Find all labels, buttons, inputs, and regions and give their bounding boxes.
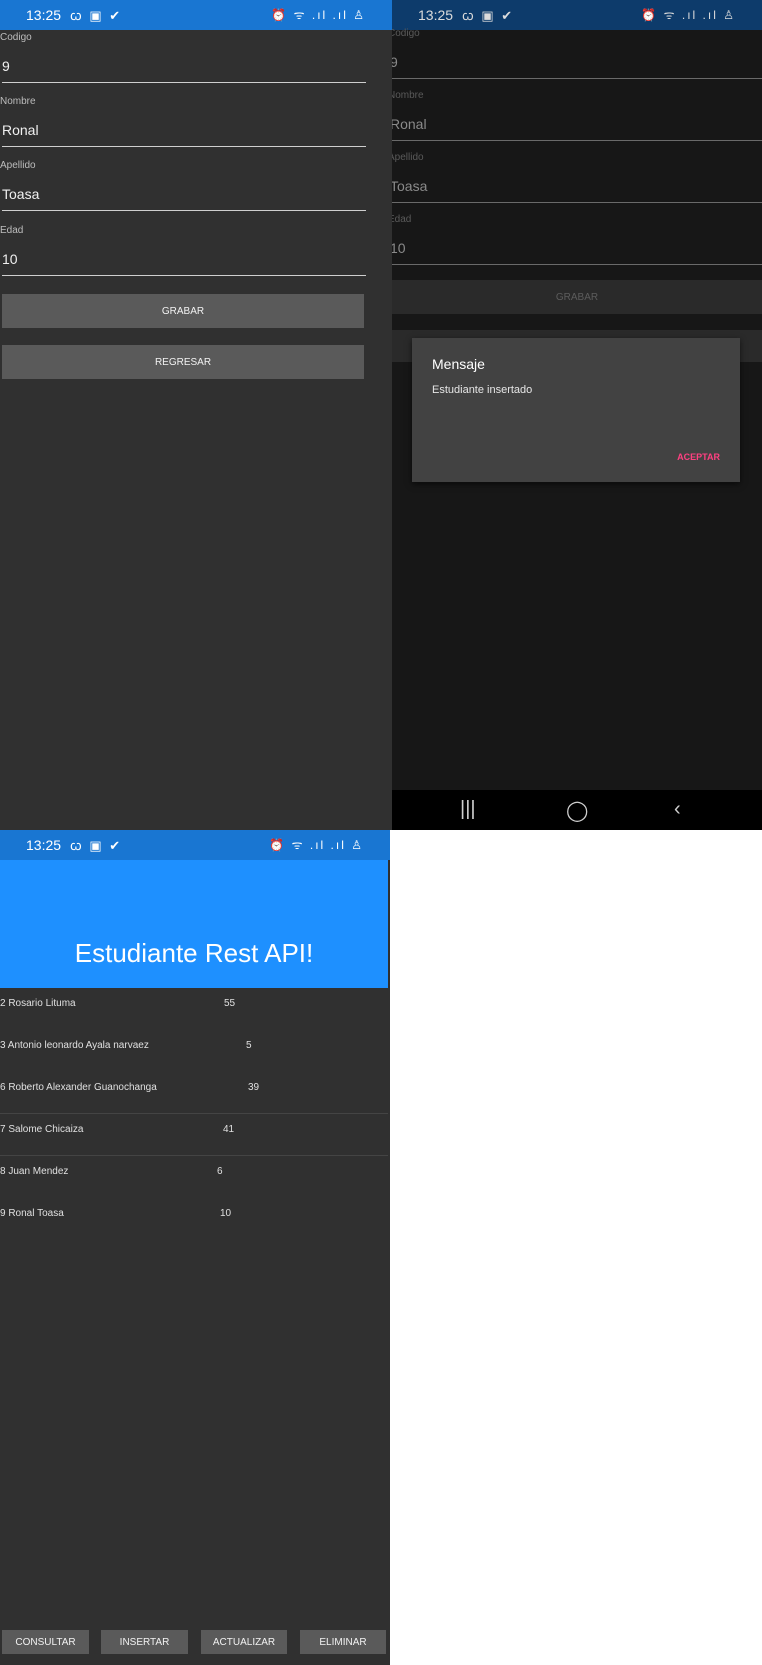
edad-label: Edad	[392, 214, 412, 225]
list-item[interactable]: 3 Antonio leonardo Ayala narvaez 5	[0, 1030, 388, 1072]
nombre-underline	[2, 146, 366, 147]
grabar-button: GRABAR	[392, 280, 762, 314]
codigo-underline	[392, 78, 762, 79]
student-name: 3 Antonio leonardo Ayala narvaez	[0, 1040, 149, 1051]
list-item[interactable]: 8 Juan Mendez 6	[0, 1156, 388, 1198]
list-item[interactable]: 9 Ronal Toasa 10	[0, 1198, 388, 1240]
regresar-button[interactable]: REGRESAR	[2, 345, 364, 379]
apellido-label: Apellido	[392, 152, 424, 163]
student-name: 2 Rosario Lituma	[0, 998, 76, 1009]
student-name: 7 Salome Chicaiza	[0, 1124, 84, 1135]
apellido-label: Apellido	[0, 160, 36, 171]
navigation-bar: ||| ◯ ‹	[392, 790, 762, 830]
eliminar-button[interactable]: ELIMINAR	[300, 1630, 386, 1654]
nombre-label: Nombre	[392, 90, 424, 101]
edad-label: Edad	[0, 225, 24, 236]
status-bar: 13:25 ꞷ ▣ ✔ ⏰ ᯤ .ıl .ıl ♙	[0, 830, 390, 860]
action-bar: CONSULTAR INSERTAR ACTUALIZAR ELIMINAR	[0, 1630, 388, 1654]
nombre-underline	[392, 140, 762, 141]
edad-value[interactable]: 10	[2, 251, 18, 267]
dialog-title: Mensaje	[432, 356, 485, 372]
list-screen: 13:25 ꞷ ▣ ✔ ⏰ ᯤ .ıl .ıl ♙ Estudiante Res…	[0, 830, 390, 1665]
status-bar: 13:25 ꞷ ▣ ✔ ⏰ ᯤ .ıl .ıl ♙	[392, 0, 762, 30]
form-dialog-screen: 13:25 ꞷ ▣ ✔ ⏰ ᯤ .ıl .ıl ♙ Codigo 9 Nombr…	[392, 0, 762, 830]
edad-underline	[2, 275, 366, 276]
apellido-value: Toasa	[392, 178, 428, 194]
system-icons: ⏰ ᯤ .ıl .ıl ♙	[641, 8, 736, 22]
codigo-label: Codigo	[0, 32, 32, 43]
list-item[interactable]: 7 Salome Chicaiza 41	[0, 1114, 388, 1156]
notification-icons: ꞷ ▣ ✔	[70, 8, 123, 23]
system-icons: ⏰ ᯤ .ıl .ıl ♙	[271, 8, 366, 22]
codigo-label: Codigo	[392, 28, 420, 39]
home-icon[interactable]: ◯	[566, 798, 588, 823]
message-dialog: Mensaje Estudiante insertado ACEPTAR	[412, 338, 740, 482]
nombre-value[interactable]: Ronal	[2, 122, 39, 138]
app-header: Estudiante Rest API!	[0, 860, 388, 988]
list-item[interactable]: 6 Roberto Alexander Guanochanga 39	[0, 1072, 388, 1114]
student-age: 55	[224, 998, 236, 1009]
codigo-underline	[2, 82, 366, 83]
status-time: 13:25	[418, 7, 454, 23]
nombre-label: Nombre	[0, 96, 36, 107]
form-screen: 13:25 ꞷ ▣ ✔ ⏰ ᯤ .ıl .ıl ♙ Codigo 9 Nombr…	[0, 0, 392, 830]
dialog-message: Estudiante insertado	[432, 384, 533, 396]
consultar-button[interactable]: CONSULTAR	[2, 1630, 89, 1654]
list-item[interactable]: 2 Rosario Lituma 55	[0, 988, 388, 1030]
grabar-button[interactable]: GRABAR	[2, 294, 364, 328]
notification-icons: ꞷ ▣ ✔	[70, 838, 123, 853]
student-age: 5	[246, 1040, 252, 1051]
status-time: 13:25	[26, 7, 62, 23]
status-time: 13:25	[26, 837, 62, 853]
aceptar-button[interactable]: ACEPTAR	[677, 452, 720, 462]
student-name: 8 Juan Mendez	[0, 1166, 69, 1177]
notification-icons: ꞷ ▣ ✔	[462, 8, 515, 23]
student-age: 10	[220, 1208, 232, 1219]
insertar-button[interactable]: INSERTAR	[101, 1630, 188, 1654]
student-age: 6	[217, 1166, 223, 1177]
apellido-underline	[392, 202, 762, 203]
codigo-value[interactable]: 9	[2, 58, 10, 74]
student-name: 9 Ronal Toasa	[0, 1208, 64, 1219]
edad-value: 10	[392, 240, 406, 256]
codigo-value: 9	[392, 54, 398, 70]
recent-apps-icon[interactable]: |||	[460, 798, 476, 821]
apellido-underline	[2, 210, 366, 211]
app-title: Estudiante Rest API!	[74, 938, 314, 968]
apellido-value[interactable]: Toasa	[2, 186, 39, 202]
back-icon[interactable]: ‹	[674, 798, 681, 821]
nombre-value: Ronal	[392, 116, 427, 132]
status-bar: 13:25 ꞷ ▣ ✔ ⏰ ᯤ .ıl .ıl ♙	[0, 0, 392, 30]
system-icons: ⏰ ᯤ .ıl .ıl ♙	[269, 838, 364, 852]
student-age: 41	[223, 1124, 235, 1135]
edad-underline	[392, 264, 762, 265]
student-age: 39	[248, 1082, 260, 1093]
actualizar-button[interactable]: ACTUALIZAR	[201, 1630, 287, 1654]
student-name: 6 Roberto Alexander Guanochanga	[0, 1082, 157, 1093]
